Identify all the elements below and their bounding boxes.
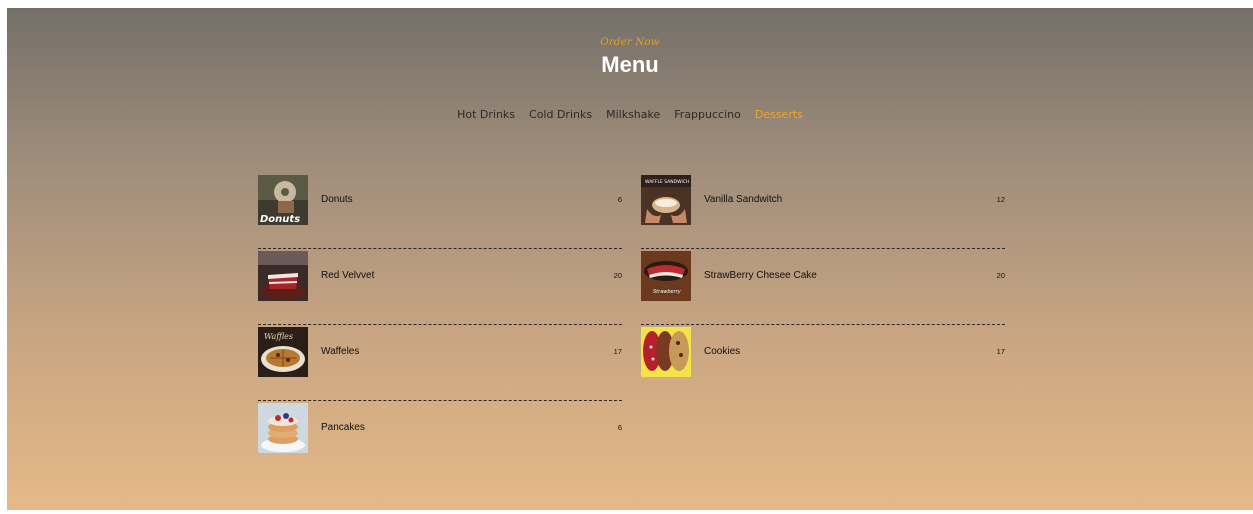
item-price: 6 [617,423,622,432]
vanilla-sandwich-image: WAFFLE SANDWICH [641,175,691,225]
menu-item-donuts[interactable]: Donuts Donuts 6 [258,173,622,249]
menu-item-red-velvet[interactable]: Red Velvvet 20 [258,249,622,325]
pancakes-image [258,403,308,453]
item-name: StrawBerry Chesee Cake [704,270,817,281]
item-name: Pancakes [321,422,365,433]
item-name: Vanilla Sandwitch [704,194,783,205]
strawberry-cheesecake-image: Strawberry [641,251,691,301]
item-price: 6 [617,195,622,204]
svg-text:Donuts: Donuts [260,214,300,225]
menu-item-pancakes[interactable]: Pancakes 6 [258,401,622,476]
menu-item-cookies[interactable]: Cookies 17 [641,325,1005,400]
tab-desserts[interactable]: Desserts [755,108,803,121]
tab-frappuccino[interactable]: Frappuccino [674,108,741,121]
donuts-image: Donuts [258,175,308,225]
svg-text:WAFFLE SANDWICH: WAFFLE SANDWICH [645,179,689,185]
menu-item-waffles[interactable]: Waffles Waffeles 17 [258,325,622,401]
order-now-label: Order Now [600,37,660,48]
menu-column-right: WAFFLE SANDWICH Vanilla Sandwitch 12 Str… [641,173,1005,400]
tab-cold-drinks[interactable]: Cold Drinks [529,108,592,121]
item-price: 20 [996,271,1005,280]
item-price: 17 [613,347,622,356]
item-name: Red Velvvet [321,270,375,281]
page-title: Menu [601,52,659,77]
tab-milkshake[interactable]: Milkshake [606,108,660,121]
item-price: 17 [996,347,1005,356]
item-name: Cookies [704,346,741,357]
menu-item-vanilla-sandwich[interactable]: WAFFLE SANDWICH Vanilla Sandwitch 12 [641,173,1005,249]
item-price: 20 [613,271,622,280]
item-name: Waffeles [321,346,360,357]
menu-column-left: Donuts Donuts 6 Red Velvvet 20 Waffles W… [258,173,622,476]
category-tabs: Hot Drinks Cold Drinks Milkshake Frappuc… [7,108,1253,121]
waffles-image: Waffles [258,327,308,377]
red-velvet-image [258,251,308,301]
cookies-image [641,327,691,377]
menu-section: Order Now Menu Hot Drinks Cold Drinks Mi… [7,8,1253,510]
svg-text:Strawberry: Strawberry [653,289,682,295]
tab-hot-drinks[interactable]: Hot Drinks [457,108,515,121]
item-price: 12 [996,195,1005,204]
menu-item-strawberry-cheesecake[interactable]: Strawberry StrawBerry Chesee Cake 20 [641,249,1005,325]
item-name: Donuts [321,194,353,205]
svg-text:Waffles: Waffles [264,332,293,341]
